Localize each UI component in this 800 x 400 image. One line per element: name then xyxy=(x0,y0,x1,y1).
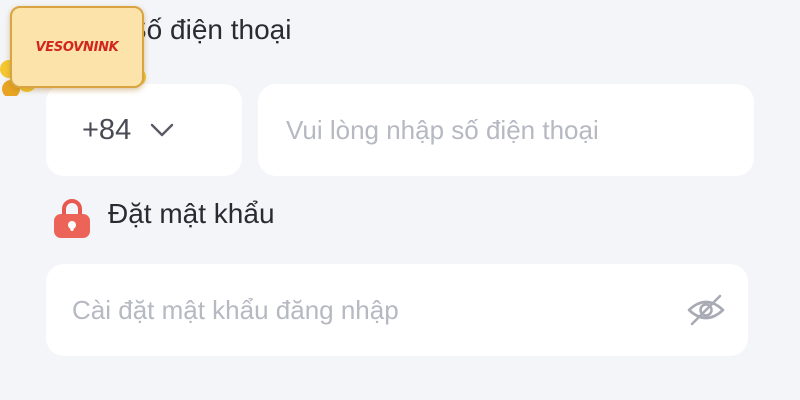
logo-text: VESOVNINK xyxy=(35,39,119,55)
password-label: Đặt mật khẩu xyxy=(108,198,275,229)
brand-logo-badge: VESOVNINK xyxy=(0,0,150,96)
password-field[interactable] xyxy=(46,264,748,356)
phone-number-input[interactable] xyxy=(286,114,754,146)
brand-logo: VESOVNINK xyxy=(10,6,144,88)
eye-slash-icon[interactable] xyxy=(686,293,726,327)
chevron-down-icon xyxy=(151,123,174,137)
phone-number-label: Số điện thoại xyxy=(128,14,292,45)
password-input[interactable] xyxy=(72,294,686,326)
lock-icon xyxy=(54,199,90,238)
country-code-selector[interactable]: +84 xyxy=(46,84,242,176)
country-code-value: +84 xyxy=(82,113,132,146)
phone-number-field[interactable] xyxy=(258,84,754,176)
